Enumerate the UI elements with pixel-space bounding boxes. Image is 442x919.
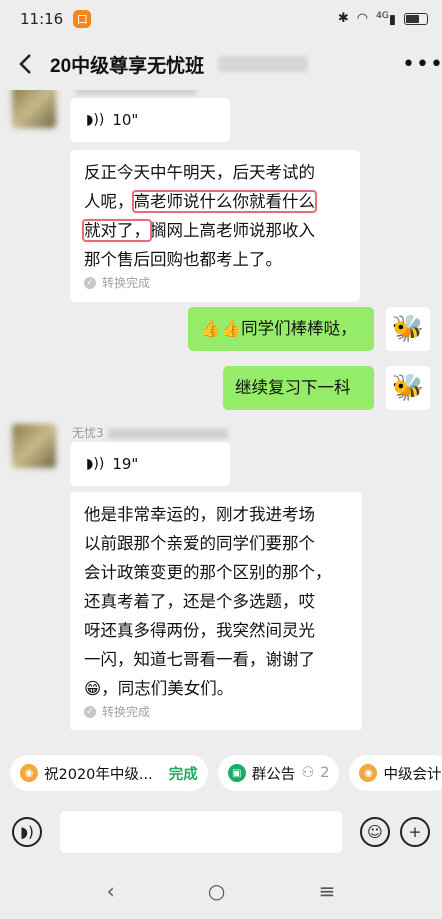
check-icon: ✓ bbox=[84, 706, 96, 718]
signal-icon: 4G▮ bbox=[376, 10, 396, 28]
bluetooth-icon: ✱ bbox=[337, 11, 349, 27]
highlighted-text: 高老师说什么你就看什么 bbox=[131, 190, 317, 213]
check-icon: ✓ bbox=[84, 277, 96, 289]
voice-duration: 19" bbox=[112, 454, 139, 473]
avatar[interactable] bbox=[12, 424, 56, 468]
transcript-line: 人呢， bbox=[84, 192, 134, 211]
voice-message[interactable]: ◗)) 10" bbox=[70, 98, 230, 142]
transcript-line: 反正今天中午明天，后天考试的 bbox=[84, 163, 315, 182]
emoji-button[interactable]: ☺ bbox=[360, 817, 390, 847]
voice-transcript-bubble[interactable]: 他是非常幸运的，刚才我进考场 以前跟那个亲爱的同学们要那个 会计政策变更的那个区… bbox=[70, 492, 362, 730]
input-row: ◗) ☺ + bbox=[0, 801, 442, 863]
highlighted-text: 就对了， bbox=[82, 219, 152, 242]
transcript-line: 一闪，知道七哥看一看，谢谢了 bbox=[84, 650, 315, 669]
chat-header: 20中级尊享无忧班 ••• bbox=[0, 38, 442, 90]
voice-wave-icon: ◗)) bbox=[86, 455, 105, 472]
voice-wave-icon: ◗)) bbox=[86, 111, 105, 128]
chip-status: 完成 bbox=[168, 766, 198, 783]
convert-label: 转换完成 bbox=[102, 705, 151, 719]
wifi-icon: ◠ bbox=[356, 11, 369, 27]
nav-home-button[interactable]: ○ bbox=[208, 879, 225, 903]
app-notification-icon: 口 bbox=[73, 10, 92, 28]
system-nav-bar: ‹ ○ ≡ bbox=[0, 863, 442, 919]
chip-label: 中级会计 bbox=[383, 766, 442, 783]
avatar[interactable] bbox=[12, 90, 56, 128]
message-input[interactable] bbox=[60, 811, 342, 853]
topic-chip[interactable]: ◉ 中级会计 bbox=[349, 755, 442, 791]
transcript-line: 会计政策变更的那个区别的那个， bbox=[84, 563, 332, 582]
convert-status: ✓ 转换完成 bbox=[84, 274, 346, 292]
sender-name-blurred bbox=[72, 90, 196, 96]
voice-icon: ◗) bbox=[20, 823, 34, 841]
transcript-line: 那个售后回购也都考上了。 bbox=[84, 250, 282, 269]
message-text: 继续复习下一科 bbox=[235, 378, 351, 397]
nav-recent-button[interactable]: ≡ bbox=[319, 879, 336, 903]
back-button[interactable] bbox=[10, 49, 40, 79]
voice-message[interactable]: ◗)) 19" bbox=[70, 442, 230, 486]
status-bar: 11:16 口 ✱ ◠ 4G▮ bbox=[0, 0, 442, 38]
live-chip[interactable]: ◉ 祝2020年中级... 完成 bbox=[10, 755, 208, 791]
chip-label: 群公告 bbox=[251, 766, 296, 783]
message-list[interactable]: ◗)) 10" 反正今天中午明天，后天考试的 人呢，高老师说什么你就看什么 就对了… bbox=[0, 90, 442, 730]
own-avatar[interactable]: 🐝 bbox=[386, 366, 430, 410]
live-icon: ◉ bbox=[359, 764, 378, 782]
transcript-text: 他是非常幸运的，刚才我进考场 以前跟那个亲爱的同学们要那个 会计政策变更的那个区… bbox=[84, 500, 348, 703]
sender-name: 无忧3 bbox=[72, 424, 228, 441]
signal-label: 4G bbox=[376, 10, 389, 21]
announcement-chip[interactable]: ▣ 群公告 ⚇ 2 bbox=[217, 755, 340, 791]
status-time: 11:16 bbox=[20, 10, 64, 28]
transcript-line: 他是非常幸运的，刚才我进考场 bbox=[84, 505, 315, 524]
person-icon: ⚇ bbox=[301, 765, 315, 781]
quick-bar: ◉ 祝2020年中级... 完成 ▣ 群公告 ⚇ 2 ◉ 中级会计 bbox=[0, 745, 442, 801]
transcript-line: 呀还真多得两份，我突然间灵光 bbox=[84, 621, 315, 640]
voice-transcript-bubble[interactable]: 反正今天中午明天，后天考试的 人呢，高老师说什么你就看什么 就对了，搁网上高老师… bbox=[70, 150, 360, 302]
plus-icon: + bbox=[408, 823, 422, 841]
transcript-text: 反正今天中午明天，后天考试的 人呢，高老师说什么你就看什么 就对了，搁网上高老师… bbox=[82, 158, 346, 274]
voice-duration: 10" bbox=[112, 110, 139, 129]
message-text: 同学们棒棒哒， bbox=[241, 319, 357, 338]
live-icon: ◉ bbox=[20, 764, 38, 782]
grin-emoji: 😁 bbox=[84, 679, 102, 698]
transcript-line: ，同志们美女们。 bbox=[101, 679, 234, 698]
transcript-line: 还真考着了，还是个多选题，哎 bbox=[84, 592, 315, 611]
chevron-left-icon bbox=[19, 54, 31, 74]
group-title: 20中级尊享无忧班 bbox=[50, 55, 205, 77]
nav-back-button[interactable]: ‹ bbox=[107, 879, 115, 903]
transcript-line: 以前跟那个亲爱的同学们要那个 bbox=[84, 534, 315, 553]
status-icons: ✱ ◠ 4G▮ bbox=[338, 11, 428, 27]
member-count-blurred bbox=[218, 56, 309, 72]
convert-label: 转换完成 bbox=[102, 276, 151, 290]
own-avatar[interactable]: 🐝 bbox=[386, 307, 430, 351]
plus-button[interactable]: + bbox=[400, 817, 430, 847]
chip-label: 祝2020年中级... bbox=[44, 766, 153, 783]
own-message[interactable]: 👍👍同学们棒棒哒， bbox=[188, 307, 374, 351]
convert-status: ✓ 转换完成 bbox=[84, 703, 348, 721]
own-message[interactable]: 继续复习下一科 bbox=[223, 366, 374, 410]
thumbs-up-emoji: 👍👍 bbox=[200, 319, 242, 338]
smile-icon: ☺ bbox=[367, 823, 383, 841]
voice-input-button[interactable]: ◗) bbox=[12, 817, 42, 847]
more-button[interactable]: ••• bbox=[402, 52, 442, 77]
chip-count: 2 bbox=[320, 765, 330, 781]
battery-icon bbox=[404, 12, 428, 25]
announcement-icon: ▣ bbox=[227, 764, 246, 782]
transcript-line: 搁网上高老师说那收入 bbox=[150, 221, 315, 240]
sender-name-text: 无忧3 bbox=[72, 426, 104, 440]
